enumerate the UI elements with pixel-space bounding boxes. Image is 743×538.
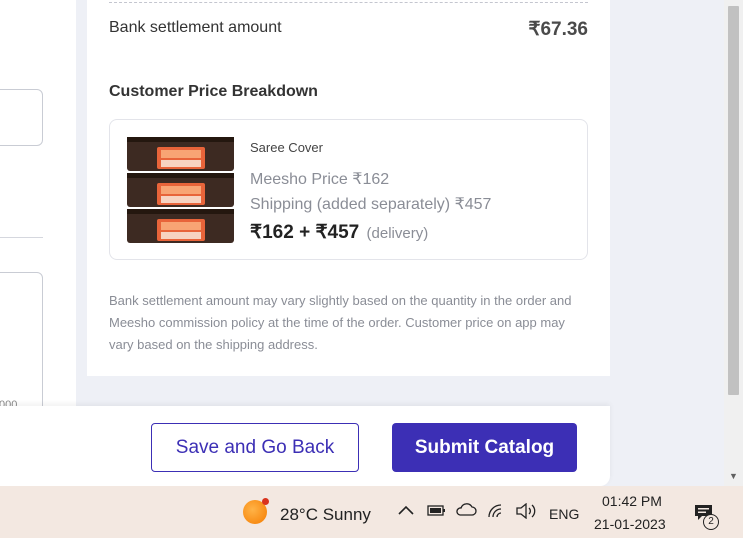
dashed-divider	[109, 2, 588, 3]
settlement-value: ₹67.36	[528, 19, 588, 40]
product-thumbnail	[125, 135, 236, 245]
shipping-price: Shipping (added separately) ₹457	[250, 196, 492, 213]
weather-widget[interactable]: 28°C Sunny	[280, 505, 371, 525]
action-bar: Save and Go Back Submit Catalog	[0, 406, 610, 486]
save-and-go-back-button[interactable]: Save and Go Back	[151, 423, 359, 472]
vertical-scrollbar[interactable]: ▼	[724, 0, 743, 486]
clock-date[interactable]: 21-01-2023	[594, 516, 666, 532]
divider	[0, 237, 43, 238]
show-hidden-icons-chevron-icon[interactable]	[397, 503, 415, 522]
form-textarea-partial[interactable]: 000	[0, 272, 43, 422]
notification-count-badge: 2	[703, 514, 719, 530]
clock-time[interactable]: 01:42 PM	[602, 493, 662, 509]
speaker-volume-icon[interactable]	[515, 502, 537, 524]
total-price: ₹162 + ₹457 (delivery)	[250, 221, 428, 244]
wifi-icon[interactable]	[487, 503, 507, 524]
product-name: Saree Cover	[250, 140, 323, 155]
meesho-price: Meesho Price ₹162	[250, 171, 390, 188]
total-note: (delivery)	[366, 225, 429, 242]
product-breakdown-box: Saree Cover Meesho Price ₹162 Shipping (…	[109, 119, 588, 260]
submit-catalog-button[interactable]: Submit Catalog	[392, 423, 577, 472]
weather-alert-dot	[262, 498, 269, 505]
price-summary-card: Bank settlement amount ₹67.36 Customer P…	[87, 0, 610, 376]
scrollbar-thumb[interactable]	[728, 6, 739, 395]
disclaimer-text: Bank settlement amount may vary slightly…	[109, 293, 572, 352]
breakdown-title: Customer Price Breakdown	[109, 83, 318, 100]
battery-icon[interactable]	[426, 503, 446, 522]
total-amount: ₹162 + ₹457	[250, 222, 360, 243]
scroll-down-arrow-icon[interactable]: ▼	[729, 471, 738, 481]
onedrive-cloud-icon[interactable]	[455, 503, 477, 522]
settlement-label: Bank settlement amount	[109, 19, 282, 36]
form-input-partial[interactable]	[0, 89, 43, 146]
language-indicator[interactable]: ENG	[549, 506, 579, 522]
windows-taskbar: 28°C Sunny ENG 01:42 PM 21-01-2023 2	[0, 486, 743, 538]
